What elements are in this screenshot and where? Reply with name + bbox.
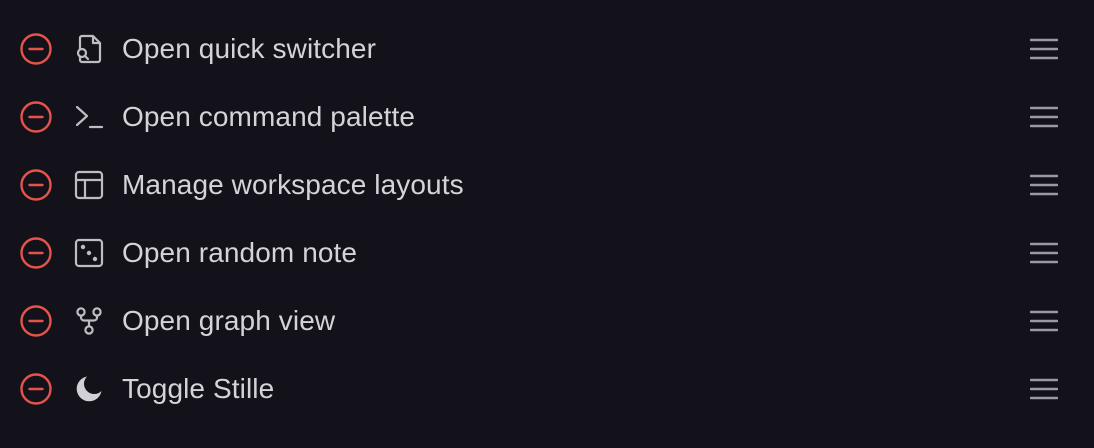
minus-circle-icon bbox=[20, 169, 52, 201]
command-label: Open command palette bbox=[122, 101, 416, 132]
dice-icon bbox=[72, 236, 106, 270]
minus-circle-icon bbox=[20, 101, 52, 133]
menu-icon bbox=[1030, 378, 1058, 400]
menu-icon bbox=[1030, 174, 1058, 196]
minus-circle-icon bbox=[20, 373, 52, 405]
remove-button[interactable] bbox=[19, 236, 53, 270]
menu-icon bbox=[1030, 242, 1058, 264]
minus-circle-icon bbox=[20, 305, 52, 337]
remove-button[interactable] bbox=[19, 372, 53, 406]
moon-icon bbox=[72, 372, 106, 406]
command-label: Open graph view bbox=[122, 305, 336, 336]
ribbon-command-list: Open quick switcher Open command palette bbox=[0, 0, 1094, 448]
remove-button[interactable] bbox=[19, 32, 53, 66]
remove-button[interactable] bbox=[19, 100, 53, 134]
menu-icon bbox=[1030, 310, 1058, 332]
menu-icon bbox=[1030, 106, 1058, 128]
git-fork-icon bbox=[72, 304, 106, 338]
drag-handle[interactable] bbox=[1027, 236, 1061, 270]
command-label: Open random note bbox=[122, 237, 358, 268]
remove-button[interactable] bbox=[19, 168, 53, 202]
command-label: Toggle Stille bbox=[122, 373, 275, 404]
minus-circle-icon bbox=[20, 237, 52, 269]
drag-handle[interactable] bbox=[1027, 168, 1061, 202]
drag-handle[interactable] bbox=[1027, 304, 1061, 338]
command-label: Open quick switcher bbox=[122, 33, 377, 64]
terminal-icon bbox=[72, 100, 106, 134]
list-item: Open quick switcher bbox=[0, 15, 1094, 83]
list-item: Open command palette bbox=[0, 83, 1094, 151]
minus-circle-icon bbox=[20, 33, 52, 65]
drag-handle[interactable] bbox=[1027, 372, 1061, 406]
drag-handle[interactable] bbox=[1027, 100, 1061, 134]
layout-icon bbox=[72, 168, 106, 202]
list-item: Open graph view bbox=[0, 287, 1094, 355]
file-search-icon bbox=[72, 32, 106, 66]
list-item: Toggle Stille bbox=[0, 355, 1094, 423]
list-item: Manage workspace layouts bbox=[0, 151, 1094, 219]
list-item: Open random note bbox=[0, 219, 1094, 287]
menu-icon bbox=[1030, 38, 1058, 60]
command-label: Manage workspace layouts bbox=[122, 169, 464, 200]
drag-handle[interactable] bbox=[1027, 32, 1061, 66]
remove-button[interactable] bbox=[19, 304, 53, 338]
